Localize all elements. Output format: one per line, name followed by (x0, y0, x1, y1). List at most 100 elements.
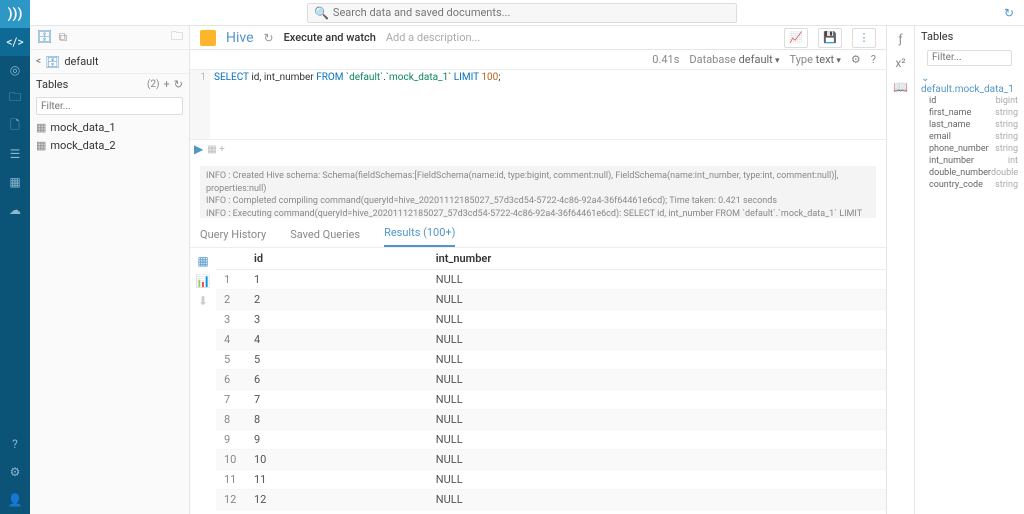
cell-int-number: NULL (428, 330, 886, 350)
collapse-sidebar-icon[interactable]: 🗀 (171, 27, 183, 48)
schema-column[interactable]: phone_numberstring (921, 143, 1018, 155)
docs-nav-icon[interactable]: 🗋 (0, 112, 30, 140)
table-row[interactable]: 22NULL (216, 290, 886, 310)
db-sidebar: 🗄 ⧉ 🗀 < 🗄 default Tables (2) + ↻ (30, 26, 190, 514)
tables-filter-input[interactable] (36, 97, 183, 115)
tab-saved-queries[interactable]: Saved Queries (290, 228, 360, 247)
cell-id: 12 (246, 490, 428, 510)
col-header-int-number[interactable]: int_number (428, 248, 886, 270)
execute-mode[interactable]: Execute and watch (284, 31, 376, 44)
table-row[interactable]: 44NULL (216, 330, 886, 350)
table-row[interactable]: 1111NULL (216, 470, 886, 490)
table-row[interactable]: 88NULL (216, 410, 886, 430)
schema-table-name[interactable]: ⌄ default.mock_data_1 (921, 73, 1018, 95)
assist-bar: ƒ x² 📖 (886, 26, 914, 514)
tab-query-history[interactable]: Query History (200, 228, 266, 247)
schema-column[interactable]: first_namestring (921, 107, 1018, 119)
search-input[interactable] (333, 6, 730, 19)
row-num: 7 (216, 390, 246, 410)
table-row[interactable]: 77NULL (216, 390, 886, 410)
cell-id: 2 (246, 290, 428, 310)
editor-header: Hive ↻ Execute and watch Add a descripti… (190, 26, 886, 50)
table-row[interactable]: 1212NULL (216, 490, 886, 510)
schema-column[interactable]: double_numberdouble (921, 167, 1018, 179)
db-icon: 🗄 (45, 55, 60, 69)
schema-column[interactable]: idbigint (921, 95, 1018, 107)
db-selector[interactable]: default (739, 53, 780, 66)
table-item[interactable]: ▦mock_data_2 (30, 136, 189, 154)
jobs-nav-icon[interactable]: ▦ (0, 168, 30, 196)
cell-id: 9 (246, 430, 428, 450)
database-icon[interactable]: 🗄 (36, 30, 53, 45)
schema-column[interactable]: country_codestring (921, 179, 1018, 191)
result-tools: ▦ 📊 ⬇ (190, 248, 216, 514)
row-num: 11 (216, 470, 246, 490)
cell-int-number: NULL (428, 470, 886, 490)
settings-icon[interactable]: ⚙ (851, 53, 861, 66)
sql-editor[interactable]: 1 SELECT id, int_number FROM `default`.`… (190, 70, 886, 140)
db-label: Database (689, 53, 735, 66)
schema-column[interactable]: emailstring (921, 131, 1018, 143)
grid-view-icon[interactable]: ▦ (197, 254, 208, 268)
cell-int-number: NULL (428, 290, 886, 310)
refresh-tables-icon[interactable]: ↻ (174, 78, 183, 91)
save-button[interactable]: 💾 (818, 28, 842, 48)
table-row[interactable]: 1010NULL (216, 450, 886, 470)
more-button[interactable]: ⋮ (852, 28, 876, 48)
table-row[interactable]: 99NULL (216, 430, 886, 450)
tables-nav-icon[interactable]: ☰ (0, 140, 30, 168)
table-row[interactable]: 66NULL (216, 370, 886, 390)
chart-button[interactable]: 📈 (784, 28, 808, 48)
type-selector[interactable]: text (816, 53, 841, 66)
help-icon[interactable]: ? (871, 53, 876, 66)
db-name: default (64, 55, 98, 68)
functions-icon[interactable]: ƒ (898, 32, 902, 46)
global-search[interactable]: 🔍 (307, 3, 737, 23)
hue-logo[interactable]: ))) (0, 0, 30, 28)
add-snippet-icon[interactable]: ▦ + (207, 144, 225, 155)
copy-icon[interactable]: ⧉ (59, 30, 68, 45)
run-button[interactable]: ▶ (194, 142, 203, 156)
schema-filter-input[interactable] (927, 50, 1012, 66)
chart-view-icon[interactable]: 📊 (196, 274, 211, 288)
table-name: mock_data_2 (50, 139, 115, 152)
download-icon[interactable]: ⬇ (198, 294, 208, 308)
schema-column[interactable]: last_namestring (921, 119, 1018, 131)
table-row[interactable]: 55NULL (216, 350, 886, 370)
cell-id: 6 (246, 370, 428, 390)
results-table[interactable]: id int_number 11NULL22NULL33NULL44NULL55… (216, 248, 886, 514)
history-icon[interactable]: ↻ (1004, 6, 1014, 20)
admin-nav-icon[interactable]: ⚙ (0, 458, 30, 486)
top-bar: 🔍 ↻ (30, 0, 1024, 26)
type-label: Type (790, 53, 813, 66)
cell-id: 5 (246, 350, 428, 370)
importer-nav-icon[interactable]: ☁ (0, 196, 30, 224)
undo-icon[interactable]: ↻ (264, 31, 274, 45)
table-row[interactable]: 1313NULL (216, 510, 886, 514)
table-row[interactable]: 11NULL (216, 270, 886, 290)
row-num: 6 (216, 370, 246, 390)
tab-results[interactable]: Results (100+) (384, 226, 455, 247)
help-nav-icon[interactable]: ? (0, 430, 30, 458)
chevron-left-icon[interactable]: < (36, 56, 41, 67)
add-table-icon[interactable]: + (164, 78, 170, 91)
scheduler-nav-icon[interactable]: 🗀 (0, 84, 30, 112)
col-header-id[interactable]: id (246, 248, 428, 270)
user-nav-icon[interactable]: 👤 (0, 486, 30, 514)
tables-count: (2) (147, 79, 160, 90)
cell-id: 1 (246, 270, 428, 290)
description-input[interactable]: Add a description... (386, 31, 480, 44)
database-row[interactable]: < 🗄 default (30, 50, 189, 74)
cell-int-number: NULL (428, 370, 886, 390)
table-row[interactable]: 33NULL (216, 310, 886, 330)
schema-title: Tables (921, 30, 1018, 43)
log-output: INFO : Created Hive schema: Schema(field… (200, 166, 876, 218)
schema-column[interactable]: int_numberint (921, 155, 1018, 167)
dashboard-nav-icon[interactable]: ◎ (0, 56, 30, 84)
variables-icon[interactable]: x² (895, 56, 905, 70)
editor-nav-icon[interactable]: </> (0, 28, 30, 56)
lang-ref-icon[interactable]: 📖 (893, 80, 908, 94)
table-item[interactable]: ▦mock_data_1 (30, 118, 189, 136)
search-icon: 🔍 (314, 6, 329, 20)
sql-code[interactable]: SELECT id, int_number FROM `default`.`mo… (210, 70, 886, 139)
